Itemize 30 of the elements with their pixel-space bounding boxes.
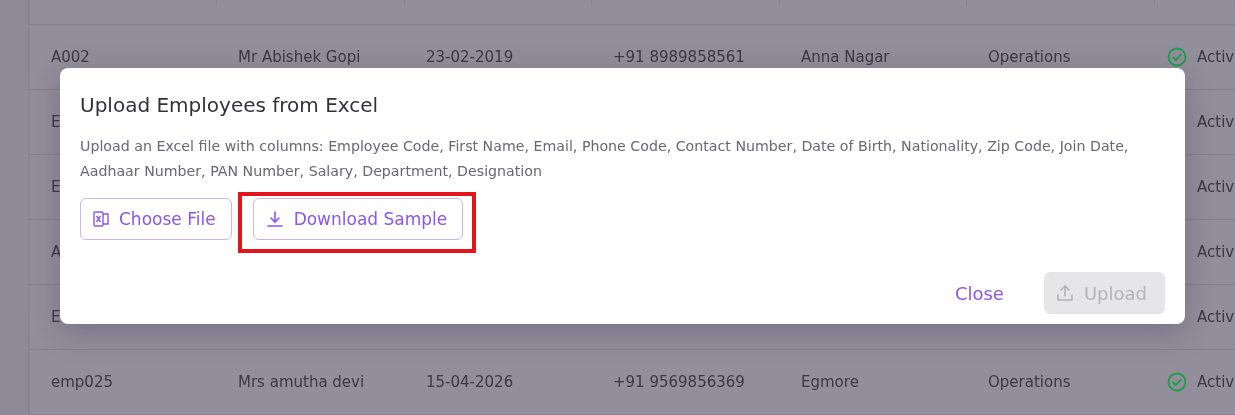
dialog-description: Upload an Excel file with columns: Employee Code, First Name, Email, Phone Code, Contact Number, Date of Birth, Nationality, Zip Code, Join Date, Aadhaar Number, PAN Number, Salary, Department, Designation	[80, 137, 1130, 181]
status-text: Activ	[1197, 373, 1235, 391]
excel-file-icon	[93, 210, 109, 228]
table-cell-text: A002	[50, 48, 91, 66]
table-cell-text: A	[50, 243, 63, 261]
table-cell-text: Egmore	[800, 373, 860, 391]
table-cell-text: emp025	[50, 373, 114, 391]
table-cell-text: Operations	[987, 48, 1072, 66]
table-cell-text: E	[50, 178, 62, 196]
status-text: Activ	[1197, 113, 1235, 131]
table-cell-text: Mrs amutha devi	[237, 373, 366, 391]
table-cell-text: +91 9569856369	[612, 373, 746, 391]
table-cell-text: Mr Abishek Gopi	[237, 48, 362, 66]
status-text: Activ	[1197, 243, 1235, 261]
download-icon	[265, 210, 284, 228]
table-cell-text: 23-02-2019	[425, 48, 515, 66]
table-cell-text: Anna Nagar	[800, 48, 891, 66]
table-cell-text: E	[50, 113, 62, 131]
table-cell-text: Operations	[987, 373, 1072, 391]
dialog-title: Upload Employees from Excel	[80, 92, 380, 119]
status-text: Activ	[1197, 48, 1235, 66]
close-button[interactable]: Close	[944, 274, 1014, 312]
table-cell-text: E	[50, 308, 62, 326]
choose-file-button[interactable]: Choose File	[80, 198, 232, 240]
download-sample-button[interactable]: Download Sample	[252, 198, 464, 240]
status-text: Activ	[1197, 178, 1235, 196]
table-cell-text: +91 8989858561	[612, 48, 746, 66]
upload-icon	[1055, 284, 1074, 302]
status-text: Activ	[1197, 308, 1235, 326]
table-cell-text: 15-04-2026	[425, 373, 515, 391]
